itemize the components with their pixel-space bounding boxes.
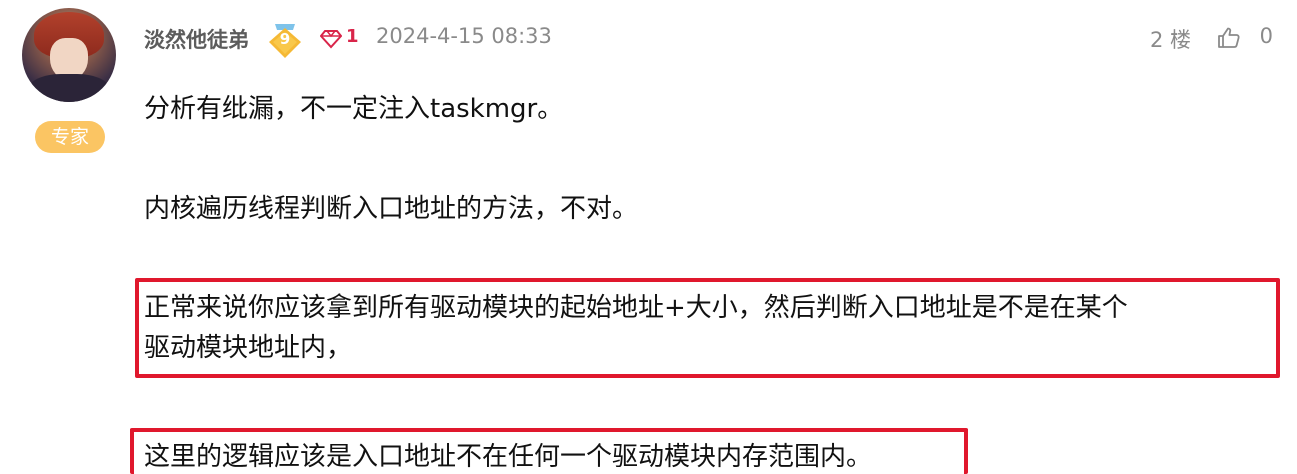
expert-badge: 专家 (35, 121, 105, 153)
gem-count: 1 (346, 26, 359, 47)
diamond-icon (320, 30, 342, 49)
post-paragraph: 内核遍历线程判断入口地址的方法，不对。 (144, 194, 639, 224)
like-count: 0 (1259, 24, 1273, 48)
username[interactable]: 淡然他徒弟 (144, 24, 249, 54)
avatar[interactable] (22, 8, 116, 102)
author-panel: 专家 (22, 8, 118, 153)
level-badge-icon: 9 (267, 22, 303, 60)
post-header: 淡然他徒弟 9 1 2024-4-15 08:33 2 楼 0 (144, 22, 1273, 58)
level-number: 9 (279, 30, 291, 48)
floor-number[interactable]: 2 楼 (1150, 24, 1191, 54)
highlight-box (130, 428, 968, 474)
post-date: 2024-4-15 08:33 (376, 24, 552, 48)
thumbs-up-icon[interactable] (1217, 26, 1241, 50)
highlight-box (135, 278, 1280, 378)
post-paragraph: 分析有纰漏，不一定注入taskmgr。 (144, 94, 564, 124)
